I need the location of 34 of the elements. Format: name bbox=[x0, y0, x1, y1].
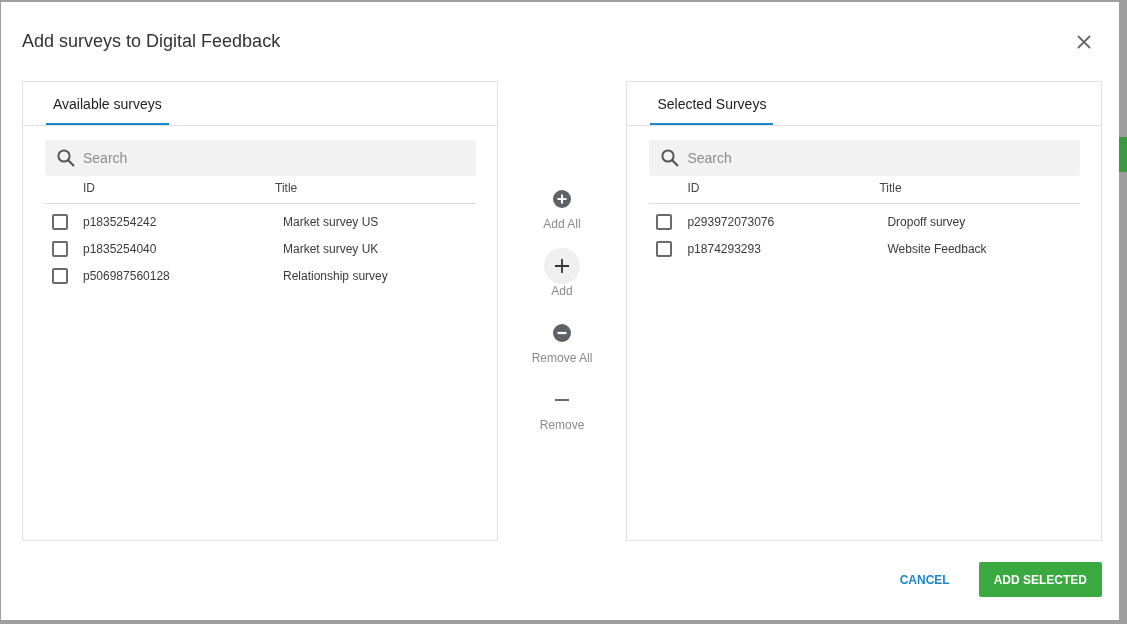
table-cell-text: Relationship survey bbox=[283, 268, 389, 283]
search-icon bbox=[661, 149, 680, 167]
table-cell-text: p1835254040 bbox=[83, 241, 158, 256]
checkbox[interactable] bbox=[52, 267, 68, 284]
checkbox[interactable] bbox=[52, 240, 68, 257]
table-cell-text: p1874293293 bbox=[687, 241, 762, 256]
search-icon bbox=[57, 149, 75, 167]
search-field[interactable]: Search bbox=[45, 140, 476, 176]
column-header: ID bbox=[83, 181, 96, 197]
table-cell-text: p1835254242 bbox=[83, 214, 158, 229]
column-header: Title bbox=[275, 181, 299, 197]
add-button[interactable]: Add bbox=[544, 248, 580, 298]
column-header: ID bbox=[687, 181, 701, 197]
cancel-button[interactable]: CANCEL bbox=[891, 562, 958, 597]
search-field[interactable]: Search bbox=[649, 140, 1080, 176]
add-selected-button[interactable]: ADD SELECTED bbox=[978, 562, 1102, 597]
tab[interactable]: Available surveys bbox=[46, 82, 169, 125]
tab[interactable]: Selected Surveys bbox=[650, 82, 774, 125]
table-cell-text: Market survey UK bbox=[283, 241, 380, 256]
checkbox[interactable] bbox=[656, 213, 673, 230]
add-all-button[interactable]: Add All bbox=[543, 181, 581, 231]
checkbox[interactable] bbox=[656, 240, 673, 257]
dialog-title: Add surveys to Digital Feedback bbox=[22, 31, 281, 52]
column-header: Title bbox=[879, 181, 903, 197]
backdrop-button-edge bbox=[1119, 137, 1127, 172]
table-cell-text: Market survey US bbox=[283, 214, 380, 229]
close-icon bbox=[1077, 34, 1091, 49]
remove-all-button[interactable]: Remove All bbox=[531, 315, 593, 365]
table-cell-text: Website Feedback bbox=[887, 241, 988, 256]
checkbox[interactable] bbox=[52, 213, 68, 230]
remove-button[interactable]: Remove bbox=[539, 382, 585, 432]
table-cell-text: p506987560128 bbox=[83, 268, 171, 283]
table-cell-text: Dropoff survey bbox=[887, 214, 967, 229]
table-cell-text: p293972073076 bbox=[687, 214, 776, 229]
